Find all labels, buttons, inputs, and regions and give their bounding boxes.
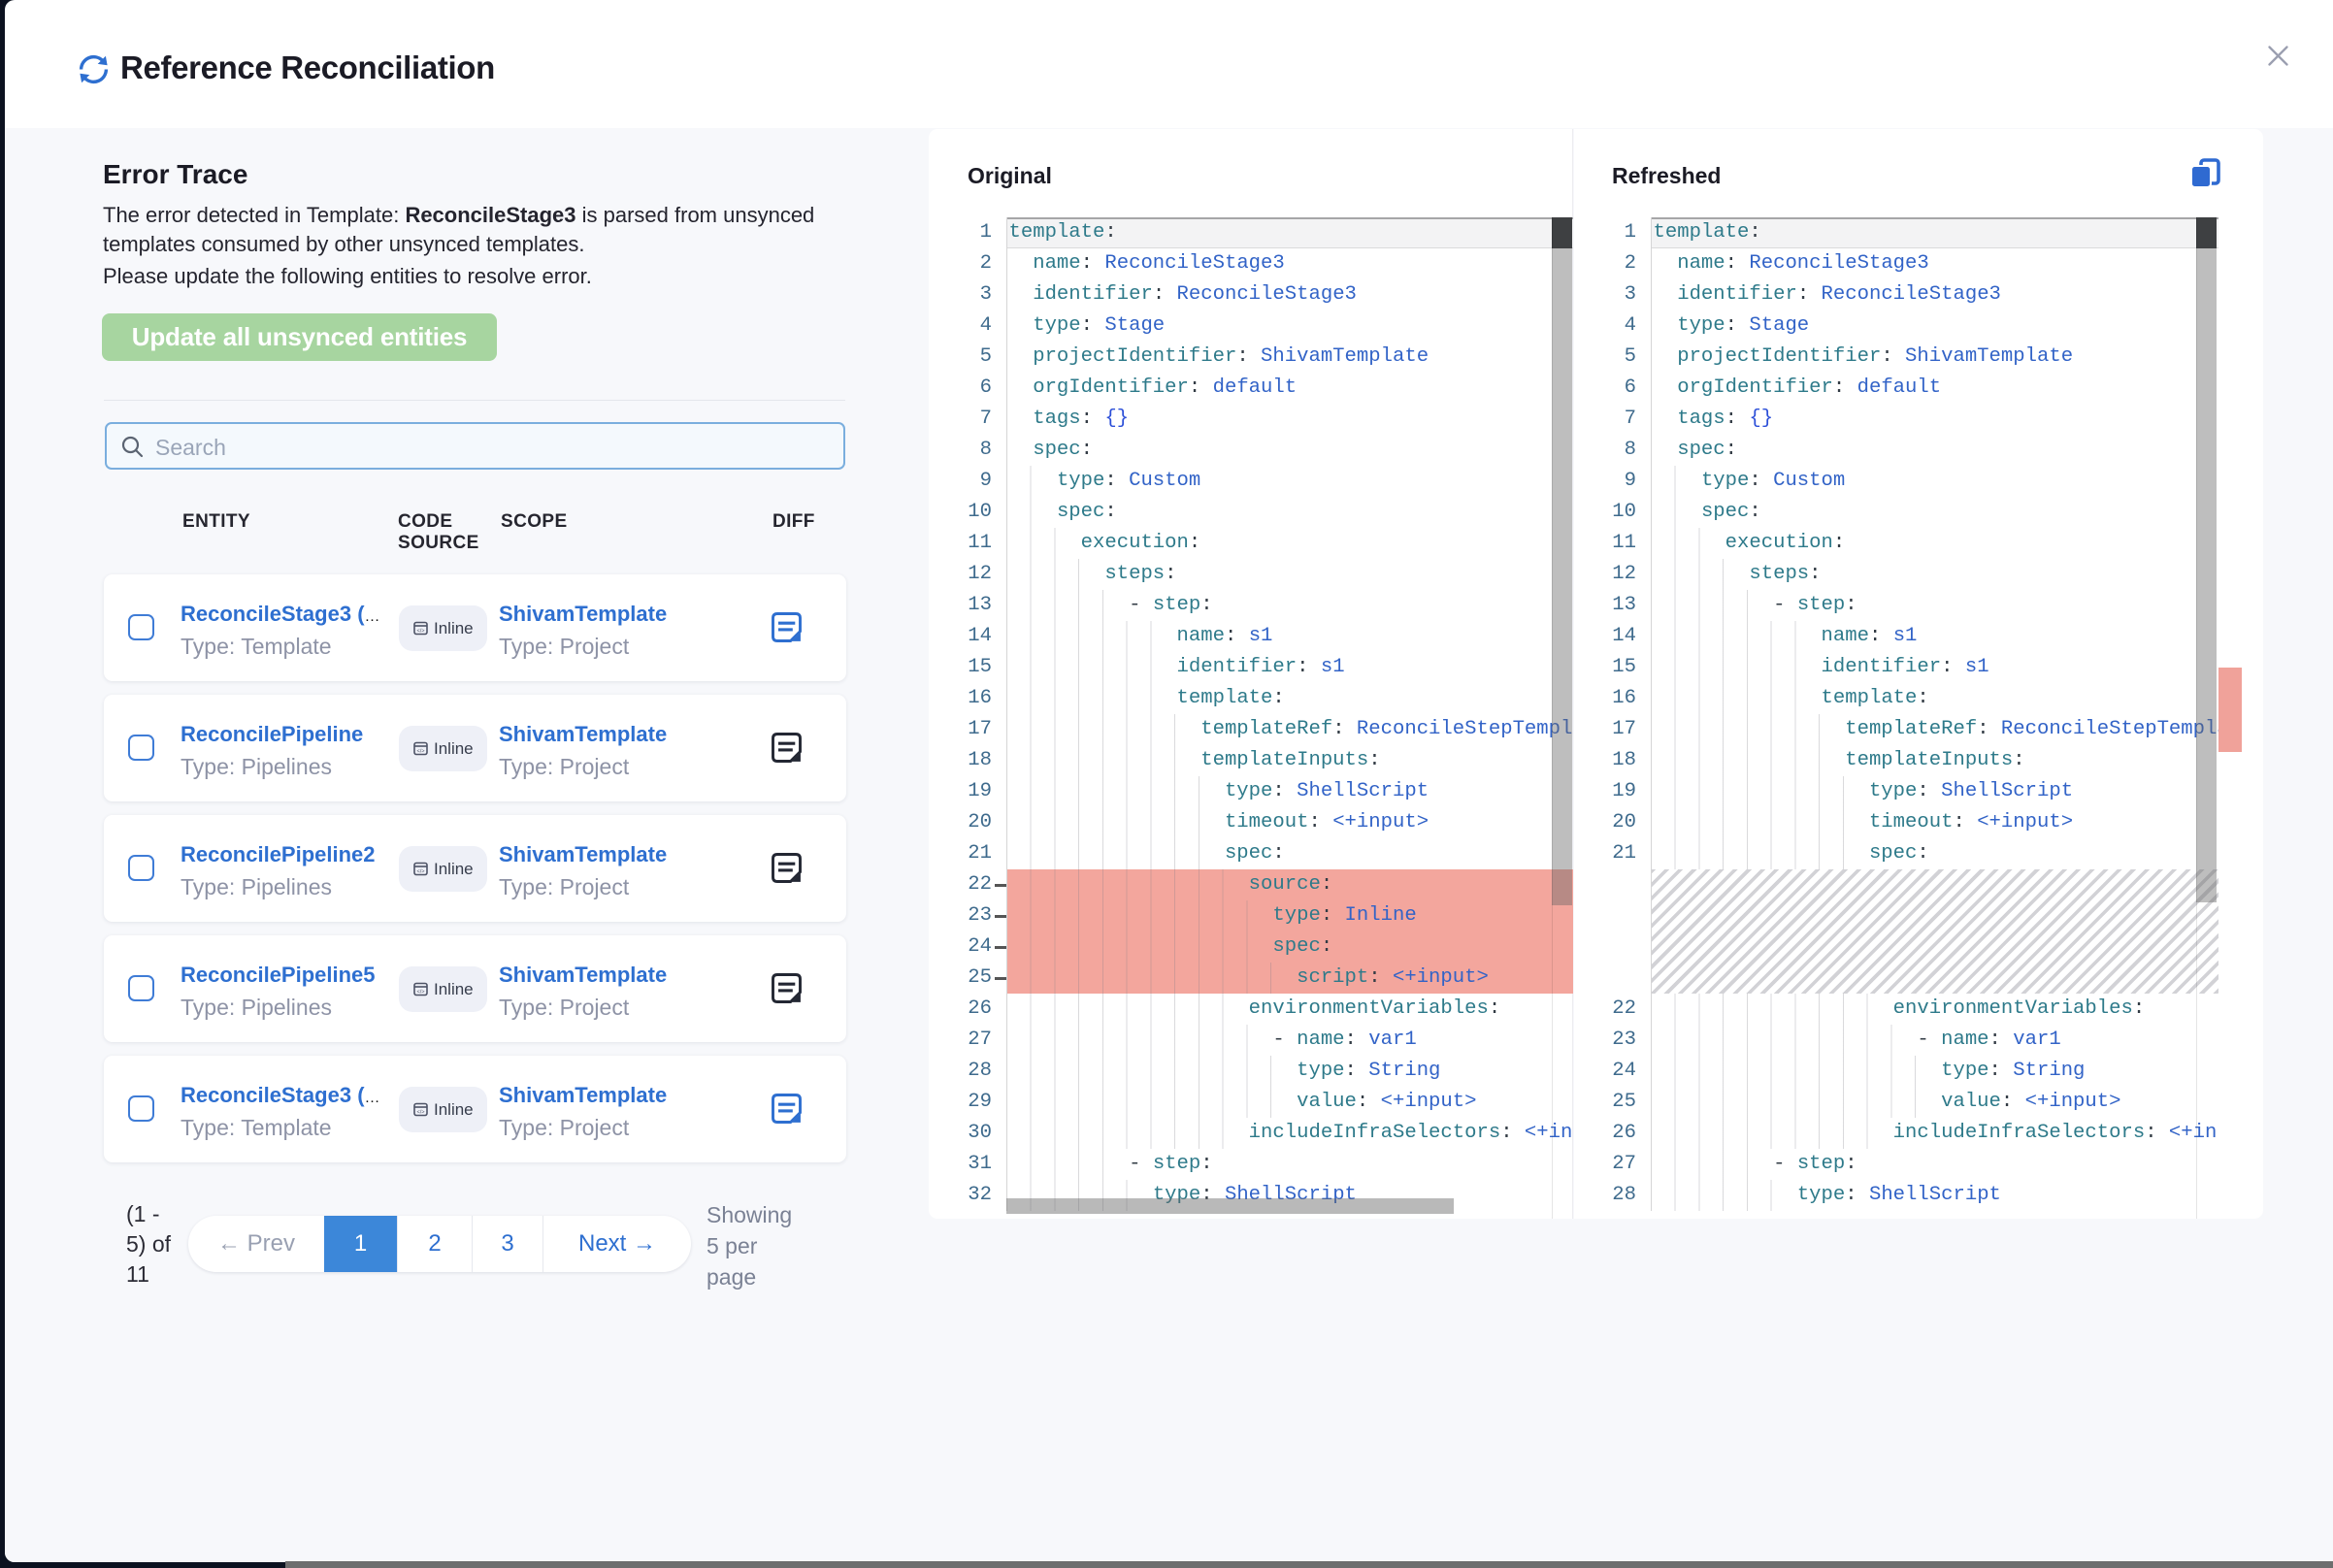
svg-text:</>: </> bbox=[416, 629, 424, 635]
svg-text:</>: </> bbox=[416, 1110, 424, 1116]
svg-text:</>: </> bbox=[416, 749, 424, 755]
svg-text:</>: </> bbox=[416, 869, 424, 875]
svg-text:</>: </> bbox=[416, 990, 424, 996]
